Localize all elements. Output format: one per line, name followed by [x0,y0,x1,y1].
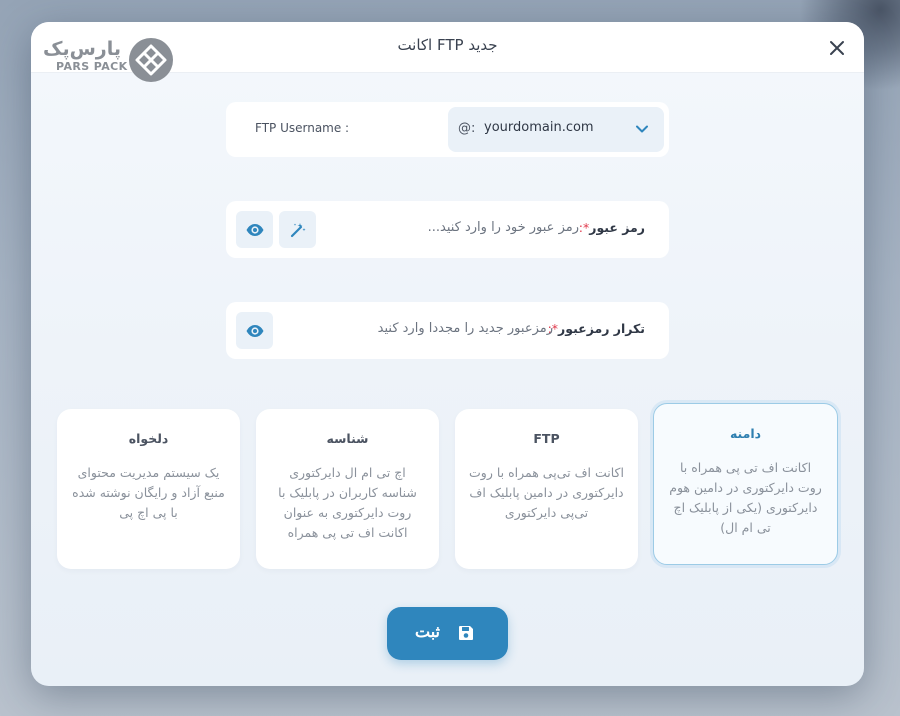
at-sign: @: [458,121,476,136]
password-input[interactable]: رمز عبور خود را وارد کنید... [428,220,579,235]
option-card-description: اکانت اف تی‌پی همراه با روت دایرکتوری در… [469,465,624,520]
ftp-username-label: FTP Username : [255,121,350,135]
close-icon [830,41,844,55]
pars-pack-logo: پارس‌پک PARS PACK [42,36,173,84]
new-ftp-account-dialog: اکانت FTP جدید پارس‌پک PARS PACK FTP Use… [31,22,864,686]
password-row: رمز عبور*: رمز عبور خود را وارد کنید... [226,201,669,258]
chevron-down-icon [636,125,648,133]
confirm-password-label-text: تکرار رمزعبور [558,321,645,336]
show-confirm-password-button[interactable] [236,312,273,349]
ftp-username-row: FTP Username : @: yourdomain.com [226,102,669,157]
confirm-password-row: تکرار رمزعبور*: رمزعبور جدید را مجددا وا… [226,302,669,359]
option-card-description: اچ تی ام ال دایرکتوری شناسه کاربران در پ… [278,465,417,540]
option-card-title: FTP [533,431,560,446]
pars-pack-logo-icon [129,38,173,82]
floppy-disk-icon [459,626,473,640]
option-card-ftp[interactable]: FTP اکانت اف تی‌پی همراه با روت دایرکتور… [455,409,638,569]
option-card-description: اکانت اف تی پی همراه با روت دایرکتوری در… [669,460,822,535]
option-card-id[interactable]: شناسه اچ تی ام ال دایرکتوری شناسه کاربرا… [256,409,439,569]
option-card-description: یک سیستم مدیریت محتوای منبع آزاد و رایگا… [72,465,225,520]
submit-button[interactable]: ثبت [387,607,508,660]
close-button[interactable] [825,36,849,60]
option-card-custom[interactable]: دلخواه یک سیستم مدیریت محتوای منبع آزاد … [57,409,240,569]
generate-password-button[interactable] [279,211,316,248]
domain-select[interactable]: @: yourdomain.com [448,107,664,152]
domain-value: yourdomain.com [484,120,594,135]
logo-text-fa: پارس‌پک [42,38,121,60]
confirm-password-input[interactable]: رمزعبور جدید را مجددا وارد کنید [378,321,553,336]
eye-icon [246,324,263,337]
password-label: رمز عبور*: [579,220,645,235]
option-card-domain[interactable]: دامنه اکانت اف تی پی همراه با روت دایرکت… [653,403,838,565]
option-card-title: دلخواه [128,431,169,446]
show-password-button[interactable] [236,211,273,248]
submit-label: ثبت [415,624,440,641]
magic-wand-icon [290,222,306,237]
confirm-password-label: تکرار رمزعبور*: [548,321,645,336]
required-mark: *: [578,220,590,235]
password-label-text: رمز عبور [589,220,645,235]
eye-icon [246,223,263,236]
option-card-title: دامنه [729,426,762,441]
option-card-title: شناسه [326,431,369,446]
logo-text-en: PARS PACK [56,60,128,73]
